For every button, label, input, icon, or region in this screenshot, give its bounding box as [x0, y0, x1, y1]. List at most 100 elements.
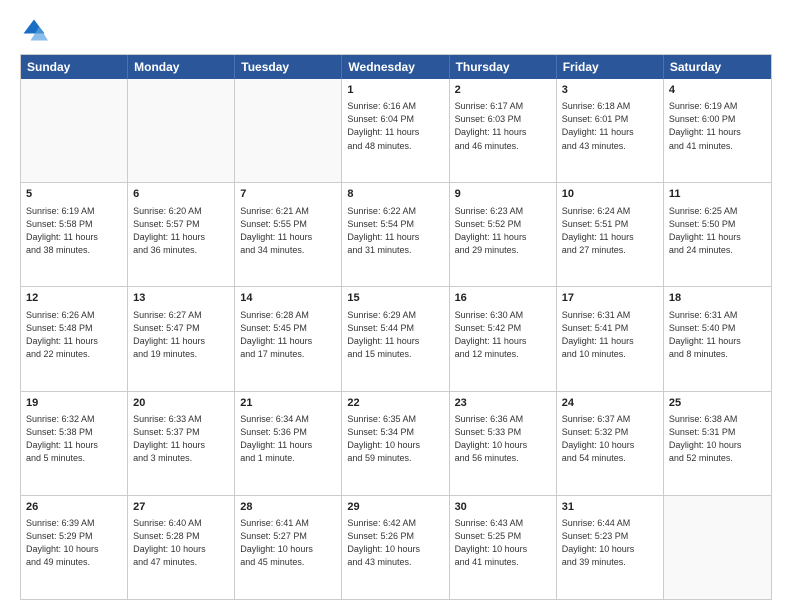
day-cell-24: 24 Sunrise: 6:37 AMSunset: 5:32 PMDayligh… — [557, 392, 664, 495]
day-cell-8: 8 Sunrise: 6:22 AMSunset: 5:54 PMDaylight… — [342, 183, 449, 286]
day-info: Sunrise: 6:19 AMSunset: 5:58 PMDaylight:… — [26, 205, 122, 257]
day-cell-14: 14Sunrise: 6:28 AMSunset: 5:45 PMDayligh… — [235, 287, 342, 390]
day-info: Sunrise: 6:31 AMSunset: 5:41 PMDaylight:… — [562, 309, 658, 361]
day-cell-2: 2 Sunrise: 6:17 AMSunset: 6:03 PMDaylight… — [450, 79, 557, 182]
day-cell-10: 10 Sunrise: 6:24 AMSunset: 5:51 PMDayligh… — [557, 183, 664, 286]
day-info: Sunrise: 6:43 AMSunset: 5:25 PMDaylight:… — [455, 517, 551, 569]
day-number: 3 — [562, 83, 658, 98]
day-number: 17 — [562, 291, 658, 306]
day-info: Sunrise: 6:28 AMSunset: 5:45 PMDaylight:… — [240, 309, 336, 361]
weekday-header-thursday: Thursday — [450, 55, 557, 79]
day-info: Sunrise: 6:31 AMSunset: 5:40 PMDaylight:… — [669, 309, 766, 361]
day-number: 11 — [669, 187, 766, 202]
day-cell-12: 12 Sunrise: 6:26 AMSunset: 5:48 PMDayligh… — [21, 287, 128, 390]
day-number: 15 — [347, 291, 443, 306]
calendar-row-2: 12 Sunrise: 6:26 AMSunset: 5:48 PMDayligh… — [21, 286, 771, 390]
calendar-header: SundayMondayTuesdayWednesdayThursdayFrid… — [21, 55, 771, 79]
day-number: 4 — [669, 83, 766, 98]
day-cell-23: 23 Sunrise: 6:36 AMSunset: 5:33 PMDayligh… — [450, 392, 557, 495]
day-number: 12 — [26, 291, 122, 306]
day-cell-5: 5Sunrise: 6:19 AMSunset: 5:58 PMDaylight… — [21, 183, 128, 286]
day-info: Sunrise: 6:37 AMSunset: 5:32 PMDaylight:… — [562, 413, 658, 465]
day-number: 19 — [26, 396, 122, 411]
day-number: 25 — [669, 396, 766, 411]
calendar-row-4: 26 Sunrise: 6:39 AMSunset: 5:29 PMDayligh… — [21, 495, 771, 599]
day-number: 7 — [240, 187, 336, 202]
day-cell-11: 11 Sunrise: 6:25 AMSunset: 5:50 PMDayligh… — [664, 183, 771, 286]
day-cell-16: 16 Sunrise: 6:30 AMSunset: 5:42 PMDayligh… — [450, 287, 557, 390]
day-number: 28 — [240, 500, 336, 515]
header — [20, 16, 772, 44]
day-cell-17: 17 Sunrise: 6:31 AMSunset: 5:41 PMDayligh… — [557, 287, 664, 390]
day-cell-18: 18Sunrise: 6:31 AMSunset: 5:40 PMDayligh… — [664, 287, 771, 390]
day-cell-21: 21Sunrise: 6:34 AMSunset: 5:36 PMDayligh… — [235, 392, 342, 495]
calendar-body: 1 Sunrise: 6:16 AMSunset: 6:04 PMDaylight… — [21, 79, 771, 599]
day-cell-28: 28Sunrise: 6:41 AMSunset: 5:27 PMDayligh… — [235, 496, 342, 599]
day-cell-27: 27 Sunrise: 6:40 AMSunset: 5:28 PMDayligh… — [128, 496, 235, 599]
empty-cell — [21, 79, 128, 182]
day-number: 30 — [455, 500, 551, 515]
day-cell-30: 30 Sunrise: 6:43 AMSunset: 5:25 PMDayligh… — [450, 496, 557, 599]
day-number: 22 — [347, 396, 443, 411]
day-cell-13: 13Sunrise: 6:27 AMSunset: 5:47 PMDayligh… — [128, 287, 235, 390]
day-info: Sunrise: 6:22 AMSunset: 5:54 PMDaylight:… — [347, 205, 443, 257]
day-info: Sunrise: 6:29 AMSunset: 5:44 PMDaylight:… — [347, 309, 443, 361]
day-number: 27 — [133, 500, 229, 515]
calendar-row-1: 5Sunrise: 6:19 AMSunset: 5:58 PMDaylight… — [21, 182, 771, 286]
day-info: Sunrise: 6:38 AMSunset: 5:31 PMDaylight:… — [669, 413, 766, 465]
day-number: 1 — [347, 83, 443, 98]
logo — [20, 16, 52, 44]
empty-cell — [235, 79, 342, 182]
day-info: Sunrise: 6:42 AMSunset: 5:26 PMDaylight:… — [347, 517, 443, 569]
empty-cell — [664, 496, 771, 599]
day-number: 9 — [455, 187, 551, 202]
day-number: 6 — [133, 187, 229, 202]
calendar: SundayMondayTuesdayWednesdayThursdayFrid… — [20, 54, 772, 600]
day-cell-3: 3 Sunrise: 6:18 AMSunset: 6:01 PMDaylight… — [557, 79, 664, 182]
day-info: Sunrise: 6:19 AMSunset: 6:00 PMDaylight:… — [669, 100, 766, 152]
weekday-header-friday: Friday — [557, 55, 664, 79]
day-number: 16 — [455, 291, 551, 306]
day-number: 20 — [133, 396, 229, 411]
day-cell-15: 15 Sunrise: 6:29 AMSunset: 5:44 PMDayligh… — [342, 287, 449, 390]
day-cell-19: 19Sunrise: 6:32 AMSunset: 5:38 PMDayligh… — [21, 392, 128, 495]
day-info: Sunrise: 6:44 AMSunset: 5:23 PMDaylight:… — [562, 517, 658, 569]
day-number: 10 — [562, 187, 658, 202]
day-info: Sunrise: 6:36 AMSunset: 5:33 PMDaylight:… — [455, 413, 551, 465]
weekday-header-sunday: Sunday — [21, 55, 128, 79]
day-cell-22: 22Sunrise: 6:35 AMSunset: 5:34 PMDayligh… — [342, 392, 449, 495]
day-cell-6: 6Sunrise: 6:20 AMSunset: 5:57 PMDaylight… — [128, 183, 235, 286]
day-cell-9: 9 Sunrise: 6:23 AMSunset: 5:52 PMDaylight… — [450, 183, 557, 286]
logo-icon — [20, 16, 48, 44]
day-cell-4: 4 Sunrise: 6:19 AMSunset: 6:00 PMDaylight… — [664, 79, 771, 182]
day-number: 2 — [455, 83, 551, 98]
day-info: Sunrise: 6:26 AMSunset: 5:48 PMDaylight:… — [26, 309, 122, 361]
day-number: 24 — [562, 396, 658, 411]
day-info: Sunrise: 6:21 AMSunset: 5:55 PMDaylight:… — [240, 205, 336, 257]
day-info: Sunrise: 6:24 AMSunset: 5:51 PMDaylight:… — [562, 205, 658, 257]
day-info: Sunrise: 6:16 AMSunset: 6:04 PMDaylight:… — [347, 100, 443, 152]
weekday-header-monday: Monday — [128, 55, 235, 79]
day-cell-25: 25 Sunrise: 6:38 AMSunset: 5:31 PMDayligh… — [664, 392, 771, 495]
day-info: Sunrise: 6:27 AMSunset: 5:47 PMDaylight:… — [133, 309, 229, 361]
day-info: Sunrise: 6:18 AMSunset: 6:01 PMDaylight:… — [562, 100, 658, 152]
day-info: Sunrise: 6:33 AMSunset: 5:37 PMDaylight:… — [133, 413, 229, 465]
weekday-header-saturday: Saturday — [664, 55, 771, 79]
calendar-row-0: 1 Sunrise: 6:16 AMSunset: 6:04 PMDaylight… — [21, 79, 771, 182]
day-number: 8 — [347, 187, 443, 202]
day-number: 23 — [455, 396, 551, 411]
day-cell-1: 1 Sunrise: 6:16 AMSunset: 6:04 PMDaylight… — [342, 79, 449, 182]
calendar-row-3: 19Sunrise: 6:32 AMSunset: 5:38 PMDayligh… — [21, 391, 771, 495]
day-info: Sunrise: 6:17 AMSunset: 6:03 PMDaylight:… — [455, 100, 551, 152]
day-info: Sunrise: 6:39 AMSunset: 5:29 PMDaylight:… — [26, 517, 122, 569]
day-info: Sunrise: 6:30 AMSunset: 5:42 PMDaylight:… — [455, 309, 551, 361]
weekday-header-tuesday: Tuesday — [235, 55, 342, 79]
day-cell-31: 31Sunrise: 6:44 AMSunset: 5:23 PMDayligh… — [557, 496, 664, 599]
day-cell-26: 26 Sunrise: 6:39 AMSunset: 5:29 PMDayligh… — [21, 496, 128, 599]
day-info: Sunrise: 6:34 AMSunset: 5:36 PMDaylight:… — [240, 413, 336, 465]
day-info: Sunrise: 6:40 AMSunset: 5:28 PMDaylight:… — [133, 517, 229, 569]
day-info: Sunrise: 6:25 AMSunset: 5:50 PMDaylight:… — [669, 205, 766, 257]
day-number: 26 — [26, 500, 122, 515]
weekday-header-wednesday: Wednesday — [342, 55, 449, 79]
day-info: Sunrise: 6:23 AMSunset: 5:52 PMDaylight:… — [455, 205, 551, 257]
